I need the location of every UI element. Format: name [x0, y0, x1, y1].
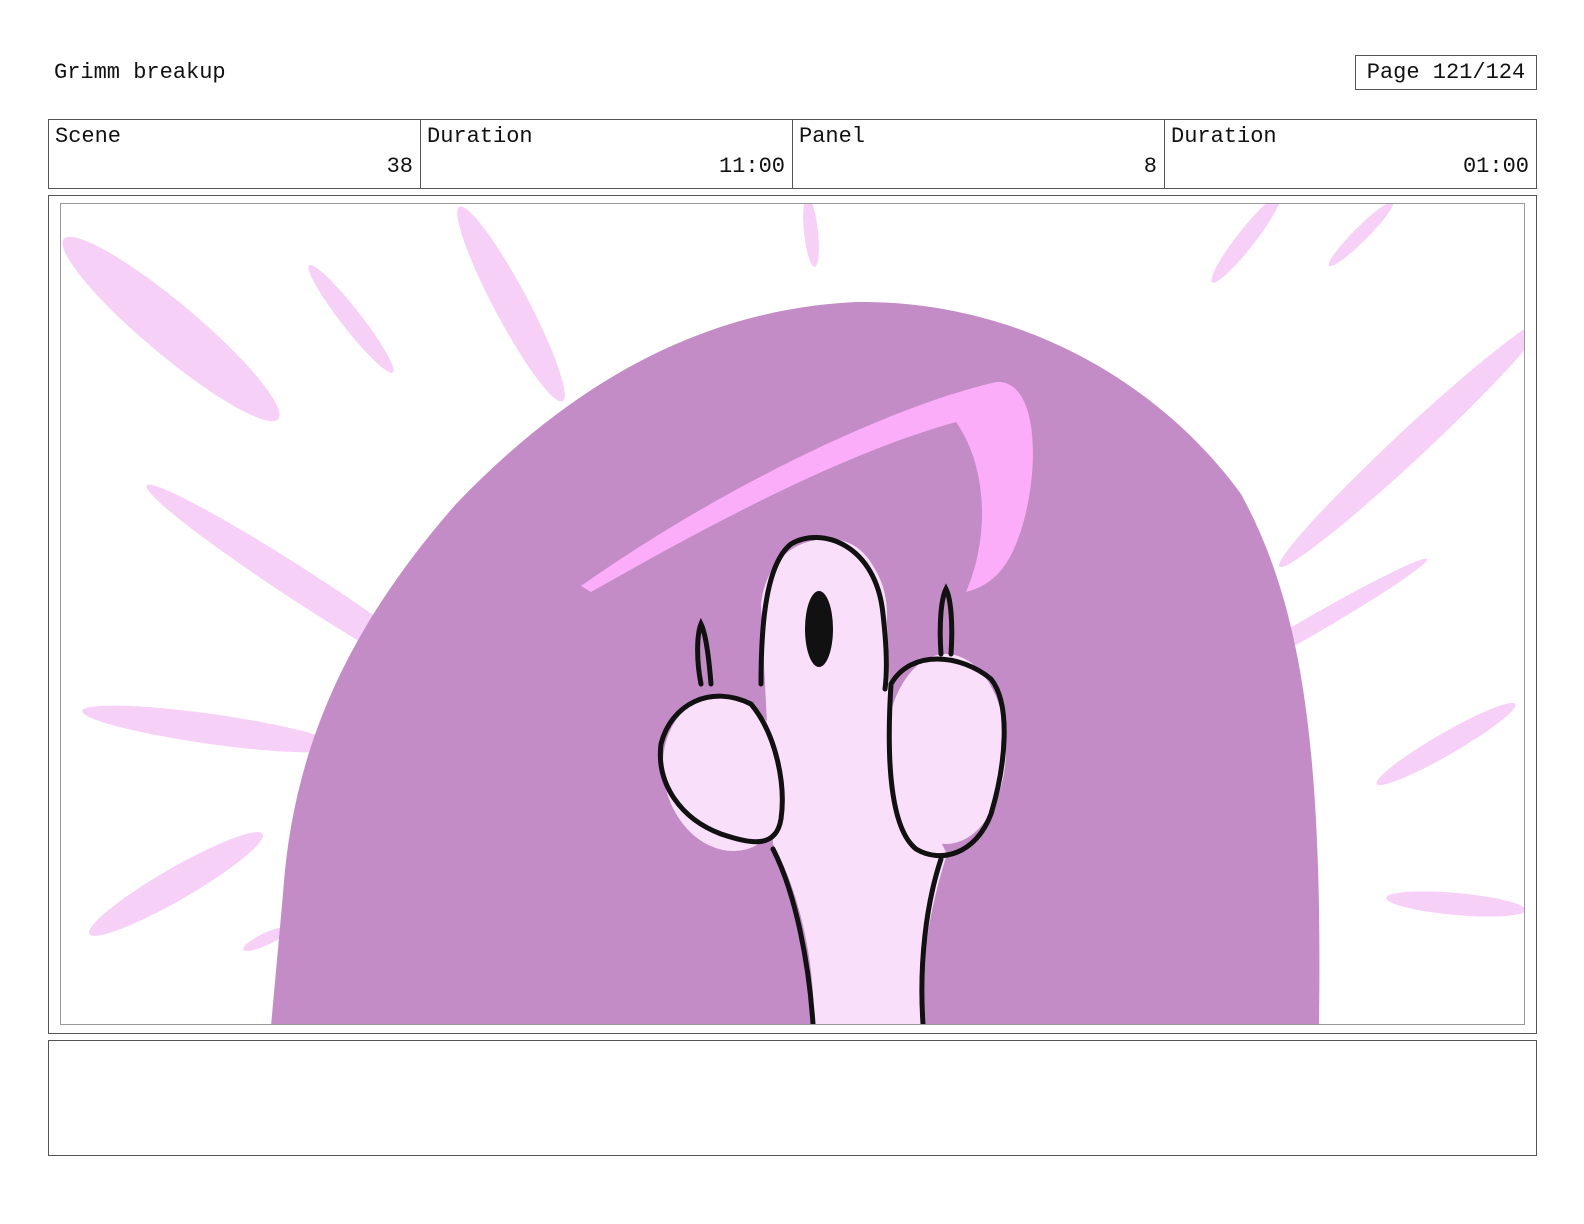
scene-duration-label: Duration: [427, 124, 533, 149]
scene-duration-value: 11:00: [718, 154, 785, 179]
panel-duration-label: Duration: [1171, 124, 1277, 149]
info-row: Scene 38 Duration 11:00 Panel 8 Duration…: [48, 119, 1537, 189]
panel-cell: Panel 8: [793, 120, 1165, 188]
scene-label: Scene: [55, 124, 122, 149]
storyboard-drawing: [62, 204, 1524, 1024]
eye: [805, 591, 833, 667]
panel-image: [60, 203, 1525, 1025]
page-number-box: Page 121/124: [1355, 55, 1537, 90]
panel-duration-cell: Duration 01:00: [1165, 120, 1536, 188]
panel-label: Panel: [799, 124, 866, 149]
storyboard-title: Grimm breakup: [54, 60, 226, 85]
scene-value: 38: [386, 154, 413, 179]
scene-cell: Scene 38: [49, 120, 421, 188]
panel-duration-value: 01:00: [1462, 154, 1529, 179]
panel-value: 8: [1143, 154, 1157, 179]
scene-duration-cell: Duration 11:00: [421, 120, 793, 188]
notes-box: [48, 1040, 1537, 1156]
panel-frame: [48, 195, 1537, 1034]
